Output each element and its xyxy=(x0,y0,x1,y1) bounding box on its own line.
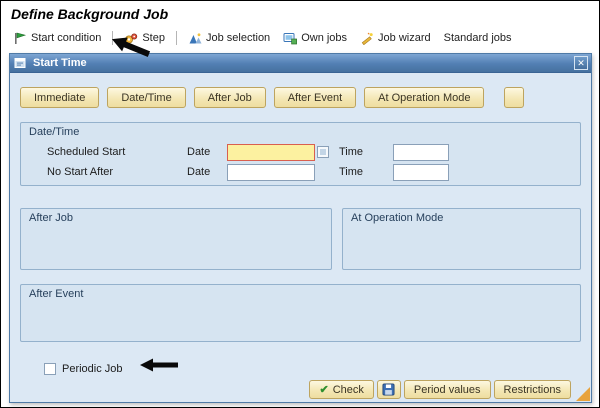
job-wizard-button[interactable]: Job wizard xyxy=(358,30,433,47)
blank-button[interactable] xyxy=(504,87,525,108)
dialog-footer: ✔ Check Period values Restrictions xyxy=(309,380,571,399)
job-selection-label: Job selection xyxy=(205,32,271,44)
scheduled-start-row: Scheduled Start Date Time xyxy=(21,144,580,162)
restrictions-button[interactable]: Restrictions xyxy=(493,380,571,399)
period-values-button[interactable]: Period values xyxy=(403,380,491,399)
after-job-group: After Job xyxy=(20,208,332,270)
application-toolbar: Start condition Step Job selection Own j… xyxy=(11,28,593,48)
flag-icon xyxy=(13,32,27,45)
periodic-job-row: Periodic Job xyxy=(44,363,123,375)
job-selection-button[interactable]: Job selection xyxy=(186,30,272,47)
at-operation-mode-group: At Operation Mode xyxy=(342,208,581,270)
after-job-button[interactable]: After Job xyxy=(193,87,266,108)
dialog-body: Immediate Date/Time After Job After Even… xyxy=(10,73,591,402)
group-title-at-operation-mode: At Operation Mode xyxy=(351,212,444,224)
toolbar-separator xyxy=(175,31,177,45)
floppy-icon xyxy=(382,383,395,396)
window-icon xyxy=(14,57,28,70)
dialog-titlebar[interactable]: Start Time ✕ xyxy=(10,54,591,73)
standard-jobs-button[interactable]: Standard jobs xyxy=(442,30,514,46)
scheduled-start-time-input[interactable] xyxy=(393,144,449,161)
job-wizard-label: Job wizard xyxy=(378,32,431,44)
page-title: Define Background Job xyxy=(11,6,169,22)
monitor-icon xyxy=(283,32,298,45)
close-icon[interactable]: ✕ xyxy=(574,56,588,70)
check-button[interactable]: ✔ Check xyxy=(309,380,374,399)
check-icon: ✔ xyxy=(319,384,329,396)
time-label: Time xyxy=(339,166,364,178)
start-type-button-row: Immediate Date/Time After Job After Even… xyxy=(20,87,581,108)
start-condition-label: Start condition xyxy=(31,32,102,44)
immediate-button[interactable]: Immediate xyxy=(20,87,100,108)
after-event-group: After Event xyxy=(20,284,581,342)
no-start-after-date-input[interactable] xyxy=(227,164,315,181)
standard-jobs-label: Standard jobs xyxy=(443,32,512,44)
start-time-dialog: Start Time ✕ Immediate Date/Time After J… xyxy=(9,53,592,403)
group-title-after-event: After Event xyxy=(29,288,84,300)
save-button[interactable] xyxy=(376,380,401,399)
check-label: Check xyxy=(332,383,364,396)
dialog-title: Start Time xyxy=(33,57,87,69)
own-jobs-label: Own jobs xyxy=(301,32,348,44)
sap-window: Define Background Job Start condition St… xyxy=(0,0,600,408)
date-label: Date xyxy=(187,166,211,178)
time-label: Time xyxy=(339,146,364,158)
no-start-after-time-input[interactable] xyxy=(393,164,449,181)
scheduled-start-date-input[interactable] xyxy=(227,144,315,161)
black-arrow-icon xyxy=(140,357,178,378)
group-title-after-job: After Job xyxy=(29,212,74,224)
no-start-after-label: No Start After xyxy=(47,166,114,178)
start-condition-button[interactable]: Start condition xyxy=(11,30,103,47)
at-operation-mode-button[interactable]: At Operation Mode xyxy=(364,87,485,108)
scheduled-start-label: Scheduled Start xyxy=(47,146,126,158)
resize-grip[interactable] xyxy=(576,387,590,401)
date-time-button[interactable]: Date/Time xyxy=(107,87,186,108)
periodic-job-checkbox[interactable] xyxy=(44,363,56,375)
group-title-date-time: Date/Time xyxy=(29,126,80,138)
after-event-button[interactable]: After Event xyxy=(273,87,357,108)
no-start-after-row: No Start After Date Time xyxy=(21,164,580,182)
date-time-group: Date/Time Scheduled Start Date Time No S… xyxy=(20,122,581,186)
wand-icon xyxy=(360,32,374,45)
periodic-job-label: Periodic Job xyxy=(62,363,123,375)
job-selection-icon xyxy=(188,32,202,45)
input-help-icon[interactable] xyxy=(317,146,329,158)
own-jobs-button[interactable]: Own jobs xyxy=(281,30,349,47)
date-label: Date xyxy=(187,146,211,158)
